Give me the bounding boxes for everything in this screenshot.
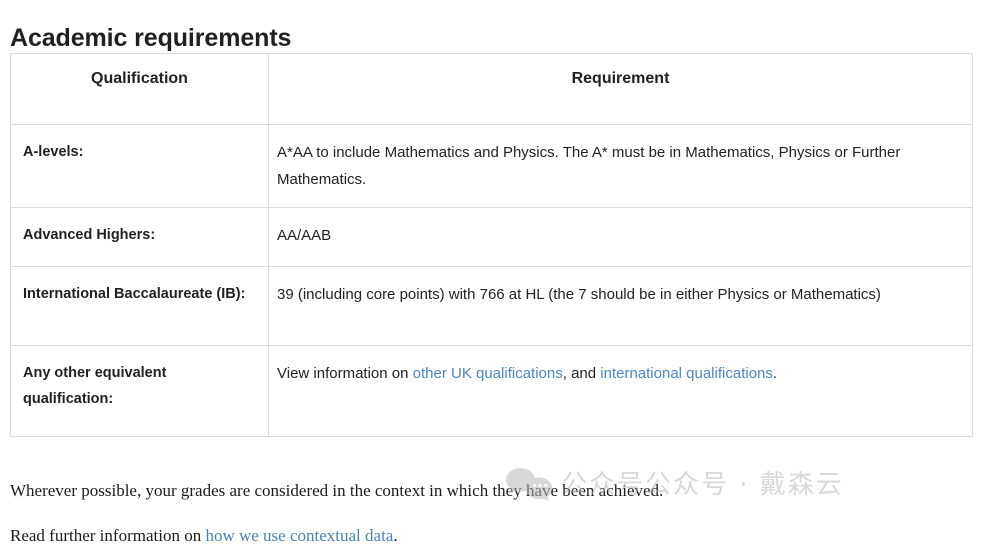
qualification-cell-advanced-highers: Advanced Highers:	[10, 207, 269, 267]
column-header-requirement: Requirement	[268, 53, 973, 125]
requirement-middle-text: , and	[562, 365, 601, 382]
requirement-cell-advanced-highers: AA/AAB	[268, 207, 973, 267]
academic-requirements-table: Qualification Requirement A-levels: A*AA…	[10, 53, 973, 437]
column-header-qualification: Qualification	[10, 53, 269, 125]
table-header-row: Qualification Requirement	[10, 53, 973, 125]
academic-requirements-page: Academic requirements Qualification Requ…	[0, 0, 985, 545]
table-header: Qualification Requirement	[10, 53, 973, 125]
requirement-cell-any-other-equivalent: View information on other UK qualificati…	[268, 345, 973, 437]
table-row: Any other equivalent qualification: View…	[10, 345, 973, 437]
table-row: A-levels: A*AA to include Mathematics an…	[10, 124, 973, 208]
further-information-paragraph: Read further information on how we use c…	[10, 525, 398, 547]
qualification-cell-any-other-equivalent: Any other equivalent qualification:	[10, 345, 269, 437]
contextual-note-paragraph: Wherever possible, your grades are consi…	[10, 481, 664, 500]
link-international-qualifications[interactable]: international qualifications	[600, 365, 773, 382]
qualification-cell-a-levels: A-levels:	[10, 124, 269, 208]
qualification-cell-international-baccalaureate: International Baccalaureate (IB):	[10, 266, 269, 346]
requirement-cell-a-levels: A*AA to include Mathematics and Physics.…	[268, 124, 973, 208]
link-other-uk-qualifications[interactable]: other UK qualifications	[413, 365, 563, 382]
requirement-lead-text: View information on	[277, 365, 413, 382]
table-row: Advanced Highers: AA/AAB	[10, 207, 973, 267]
table-row: International Baccalaureate (IB): 39 (in…	[10, 266, 973, 346]
table-body: A-levels: A*AA to include Mathematics an…	[10, 124, 973, 437]
requirement-cell-international-baccalaureate: 39 (including core points) with 766 at H…	[268, 266, 973, 346]
requirement-tail-text: .	[772, 365, 778, 382]
page-title: Academic requirements	[10, 23, 292, 52]
